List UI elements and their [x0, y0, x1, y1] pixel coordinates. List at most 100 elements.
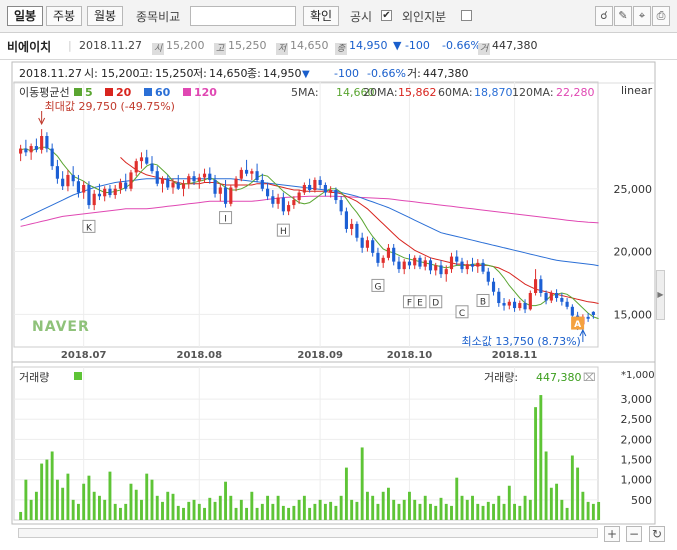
candle [507, 299, 511, 310]
ma-legend-swatch [183, 88, 191, 96]
volume-tick-label: 3,000 [621, 393, 653, 406]
chart-frame [11, 61, 656, 525]
confirm-button[interactable]: 확인 [303, 6, 339, 26]
zoom-out-button[interactable]: − [626, 526, 642, 542]
candle [407, 254, 412, 270]
volume-tick-label: 2,000 [621, 433, 653, 446]
event-marker-label: F [407, 299, 412, 309]
volume-bar [213, 501, 217, 520]
crosshair-icon[interactable]: ⌖ [633, 6, 651, 26]
foreign-checkbox[interactable] [461, 10, 472, 21]
candle [229, 184, 233, 207]
candle-body [34, 146, 38, 150]
volume-bar [334, 505, 338, 520]
event-marker[interactable] [476, 293, 490, 307]
candle [355, 221, 359, 242]
header-change-pct: -0.66% [367, 67, 406, 80]
event-marker[interactable] [371, 278, 385, 292]
scrollbar-track[interactable] [18, 528, 598, 538]
event-marker[interactable] [455, 305, 469, 319]
tooltip-icon[interactable]: ☌ [595, 6, 613, 26]
compare-input[interactable] [190, 6, 296, 26]
volume-bar [434, 505, 438, 520]
close-value: 14,950 [349, 39, 388, 52]
ma-legend-swatch [105, 88, 113, 96]
candle [19, 144, 23, 162]
volume-bar [292, 505, 296, 520]
candle [239, 167, 243, 182]
candle [334, 187, 338, 204]
candle [481, 259, 485, 275]
event-marker[interactable] [219, 211, 233, 225]
volume-unit: *1,000 [621, 370, 655, 381]
weekly-button[interactable]: 주봉 [46, 6, 82, 26]
volume-bar [549, 487, 553, 520]
candle [34, 138, 38, 153]
daily-button[interactable]: 일봉 [7, 6, 43, 26]
volume-bar [539, 395, 543, 520]
candle [292, 196, 296, 209]
header-high: 15,250 [155, 67, 194, 80]
volume-bar [234, 507, 238, 520]
volume-bar [544, 451, 548, 520]
scroll-right-handle[interactable]: ▶ [656, 270, 665, 320]
event-marker[interactable] [402, 295, 416, 309]
max-arrow-head [38, 117, 46, 126]
candle [555, 289, 559, 302]
event-marker[interactable] [429, 295, 443, 309]
candle-body [470, 264, 475, 267]
candle [502, 298, 506, 311]
ma-value-label: 5MA: [291, 86, 319, 99]
event-marker-label: H [280, 227, 287, 237]
volume-bar [98, 495, 101, 520]
candle-body [329, 190, 333, 193]
candle [97, 183, 102, 201]
event-marker[interactable] [82, 219, 96, 233]
x-tick-label: 2018.09 [297, 350, 343, 361]
volume-bar [439, 497, 443, 520]
volume-bar [29, 499, 33, 520]
x-tick-label: 2018.08 [177, 350, 223, 361]
volume-close-icon[interactable]: ⌧ [583, 371, 596, 384]
low-tag: 저 [276, 43, 288, 55]
event-marker[interactable] [413, 295, 427, 309]
volume-bar [281, 505, 285, 520]
volume-bar [129, 483, 133, 520]
volume-bar [103, 499, 107, 520]
volume-bar [302, 495, 306, 520]
disclosure-checkbox[interactable]: ✔ [381, 10, 392, 21]
monthly-button[interactable]: 월봉 [87, 6, 123, 26]
foreign-label: 외인지분 [402, 10, 447, 24]
event-marker[interactable] [571, 316, 585, 330]
candle-body [334, 190, 338, 201]
info-date: 2018.11.27 [79, 39, 142, 52]
volume-bar [350, 499, 354, 520]
candle [539, 275, 543, 297]
draw-icon[interactable]: ✎ [614, 6, 632, 26]
volume-bar [591, 503, 595, 520]
candle-body [302, 184, 306, 193]
event-marker-label: D [432, 299, 439, 309]
candle [124, 173, 128, 192]
volume-bar [555, 483, 559, 520]
ma-value: 18,870 [474, 86, 513, 99]
volume-bar [523, 495, 527, 520]
candle-body [444, 269, 448, 275]
candle [160, 176, 165, 193]
ma-legend-label: 20 [116, 86, 132, 99]
volume-bar [376, 503, 380, 520]
candle-body [192, 176, 196, 182]
ma60-line [20, 178, 599, 267]
candle-body [287, 205, 291, 212]
candle-body [423, 260, 427, 267]
event-marker[interactable] [276, 223, 290, 237]
candle-body [455, 256, 459, 262]
scroll-left-handle[interactable]: ◀ [14, 270, 23, 320]
reset-button[interactable]: ↻ [649, 526, 665, 542]
volume-bar [371, 495, 375, 520]
volume-bar [465, 499, 469, 520]
volume-bar [176, 505, 180, 520]
candle-body [507, 301, 511, 306]
print-icon[interactable]: ⎙ [652, 6, 670, 26]
zoom-in-button[interactable]: + [604, 526, 620, 542]
